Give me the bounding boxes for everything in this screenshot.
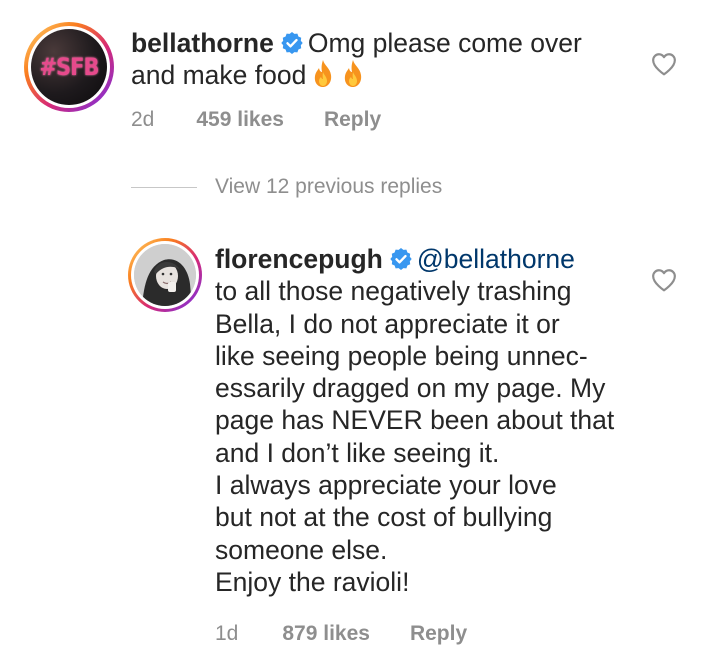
username-bellathorne[interactable]: bellathorne: [131, 28, 274, 58]
comment-body-line: Enjoy the ravioli!: [215, 566, 410, 597]
comment-body-line: page has NEVER been about that: [215, 405, 615, 436]
comment-body-line: essarily dragged on my page. My: [215, 373, 606, 404]
comment-body-line: and I don’t like seeing it.: [215, 437, 500, 468]
verified-badge-icon: [281, 32, 303, 54]
reply-button[interactable]: Reply: [324, 108, 381, 132]
view-previous-replies[interactable]: View 12 previous replies: [131, 175, 442, 199]
comment-body-line: to all those negatively trashing: [215, 276, 572, 307]
fire-emoji-icon: [315, 60, 332, 88]
comment-body-line: someone else.: [215, 534, 388, 565]
avatar-bellathorne[interactable]: #SFB: [24, 22, 114, 112]
comment-body-line: like seeing people being unnec-: [215, 340, 588, 371]
view-replies-label: View 12 previous replies: [215, 175, 443, 198]
mention-link[interactable]: @bellathorne: [417, 244, 575, 274]
comment-time: 1d: [215, 622, 239, 645]
comment-body-line: Bella, I do not appreciate it or: [215, 308, 560, 339]
avatar-sfb-text: #SFB: [39, 53, 99, 81]
likes-count[interactable]: 879 likes: [282, 622, 370, 646]
comment-body-line: I always appreciate your love: [215, 470, 557, 501]
comment-text-bellathorne: bellathorne Omg please come over and mak…: [131, 27, 651, 92]
avatar-photo-icon: [134, 244, 196, 306]
like-heart-icon[interactable]: [651, 52, 677, 76]
comment-body-line2: and make food: [131, 60, 307, 91]
comment-body-line: but not at the cost of bullying: [215, 502, 553, 533]
comment-text-florencepugh: florencepugh @bellathorne to all those n…: [215, 243, 655, 598]
replies-divider-line: [131, 186, 197, 188]
comment-body-line1: Omg please come over: [307, 28, 582, 58]
verified-badge-icon: [390, 248, 412, 270]
reply-button[interactable]: Reply: [410, 622, 467, 646]
comment-meta-bellathorne: 2d 459 likes Reply: [131, 108, 381, 132]
avatar-florencepugh[interactable]: [128, 238, 202, 312]
like-heart-icon[interactable]: [651, 268, 677, 292]
comment-meta-florencepugh: 1d 879 likes Reply: [215, 622, 467, 646]
username-florencepugh[interactable]: florencepugh: [215, 244, 383, 274]
fire-emoji-icon: [345, 60, 362, 88]
comment-time: 2d: [131, 108, 155, 131]
likes-count[interactable]: 459 likes: [196, 108, 284, 132]
